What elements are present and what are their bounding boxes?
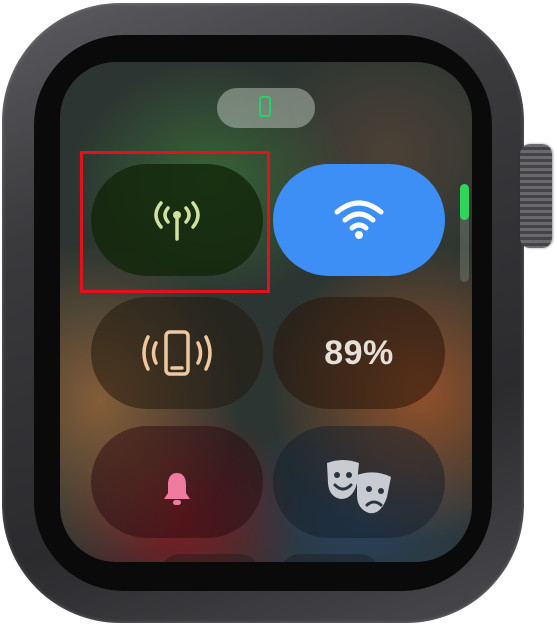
- bell-icon: [164, 473, 190, 505]
- battery-percentage-label: 89%: [324, 333, 394, 372]
- phone-connection-status: [217, 88, 315, 128]
- wifi-toggle-button[interactable]: [273, 164, 445, 276]
- phone-connected-icon: [259, 96, 271, 117]
- cellular-antenna-icon: [154, 201, 200, 241]
- scroll-indicator: [460, 184, 469, 282]
- silent-mode-button[interactable]: [91, 426, 263, 538]
- ping-iphone-button[interactable]: [91, 297, 263, 409]
- ping-iphone-icon: [142, 330, 212, 376]
- theater-mode-button[interactable]: [273, 426, 445, 538]
- digital-crown[interactable]: [520, 144, 552, 248]
- scroll-indicator-thumb: [460, 184, 469, 220]
- theater-masks-icon: [327, 460, 391, 514]
- control-center-screen: 89%: [60, 62, 472, 562]
- hidden-control-tile[interactable]: [160, 554, 260, 562]
- battery-percentage-button[interactable]: 89%: [273, 297, 445, 409]
- cellular-toggle-button[interactable]: [91, 164, 263, 276]
- wifi-icon: [334, 200, 384, 239]
- hidden-control-tile[interactable]: [280, 554, 380, 562]
